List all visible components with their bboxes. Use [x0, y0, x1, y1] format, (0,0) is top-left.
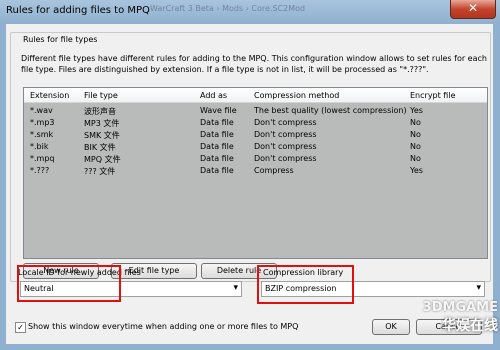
close-icon: ✕	[467, 1, 479, 15]
cell-encrypt: No	[410, 118, 421, 127]
cell-encrypt: No	[410, 154, 421, 163]
dialog-window: Rules for adding files to MPQ WarCraft 3…	[0, 0, 500, 350]
group-description: Different file types have different rule…	[21, 54, 487, 74]
close-button[interactable]: ✕	[450, 0, 496, 19]
column-header-extension[interactable]: Extension	[30, 91, 69, 100]
background-breadcrumb: WarCraft 3 Beta › Mods › Core.SC2Mod	[150, 4, 306, 13]
dialog-client: Rules for file types Different file type…	[6, 24, 493, 344]
cell-encrypt: Yes	[410, 106, 423, 115]
cell-compression: Don't compress	[254, 118, 317, 127]
cell-compression: Don't compress	[254, 142, 317, 151]
cell-compression: Don't compress	[254, 154, 317, 163]
cell-extension: *.bik	[30, 142, 49, 151]
watermark-logo: 3DMGAME 华娱在线	[398, 300, 498, 335]
cell-encrypt: No	[410, 130, 421, 139]
rules-group: Rules for file types Different file type…	[10, 32, 491, 282]
cell-add-as: Wave file	[200, 106, 237, 115]
highlight-box-compression	[257, 265, 354, 304]
cell-file-type: 波形声音	[84, 107, 116, 116]
cell-extension: *.smk	[30, 130, 54, 139]
table-row[interactable]: *.smk SMK 文件 Data file Don't compress No	[24, 129, 487, 141]
watermark-line1: 3DMGAME	[422, 300, 498, 315]
checkmark-icon: ✓	[17, 323, 24, 332]
cell-add-as: Data file	[200, 154, 234, 163]
highlight-box-locale	[17, 265, 121, 302]
dropdown-arrow-icon: ▾	[233, 283, 238, 293]
show-window-label: Show this window everytime when adding o…	[28, 322, 299, 331]
rules-list[interactable]: Extension File type Add as Compression m…	[23, 87, 488, 259]
table-row[interactable]: *.bik BIK 文件 Data file Don't compress No	[24, 141, 487, 153]
list-header: Extension File type Add as Compression m…	[24, 88, 487, 103]
title-bar[interactable]: Rules for adding files to MPQ WarCraft 3…	[0, 0, 500, 24]
watermark-line2: 华娱在线	[442, 318, 498, 334]
table-row[interactable]: *.mpq MPQ 文件 Data file Don't compress No	[24, 153, 487, 165]
cell-file-type: MPQ 文件	[84, 155, 121, 164]
cell-add-as: Data file	[200, 130, 234, 139]
cell-compression: Compress	[254, 166, 294, 175]
column-header-add-as[interactable]: Add as	[200, 91, 227, 100]
cell-encrypt: No	[410, 142, 421, 151]
show-window-checkbox[interactable]: ✓	[15, 322, 26, 333]
cell-file-type: SMK 文件	[84, 131, 120, 140]
cell-add-as: Data file	[200, 142, 234, 151]
cell-extension: *.???	[30, 166, 50, 175]
cell-compression: Don't compress	[254, 130, 317, 139]
cell-extension: *.wav	[30, 106, 53, 115]
cell-extension: *.mpq	[30, 154, 55, 163]
column-header-file-type[interactable]: File type	[84, 91, 118, 100]
cell-add-as: Data file	[200, 166, 234, 175]
column-header-encrypt[interactable]: Encrypt file	[410, 91, 456, 100]
cell-add-as: Data file	[200, 118, 234, 127]
column-header-compression[interactable]: Compression method	[254, 91, 339, 100]
table-row[interactable]: *.??? ??? 文件 Data file Compress Yes	[24, 165, 487, 177]
group-title: Rules for file types	[21, 35, 100, 44]
table-row[interactable]: *.wav 波形声音 Wave file The best quality (l…	[24, 105, 487, 117]
window-title: Rules for adding files to MPQ	[6, 5, 150, 16]
dropdown-arrow-icon: ▾	[476, 283, 481, 293]
cell-extension: *.mp3	[30, 118, 55, 127]
table-row[interactable]: *.mp3 MP3 文件 Data file Don't compress No	[24, 117, 487, 129]
cell-compression: The best quality (lowest compression)	[254, 106, 407, 115]
cell-file-type: MP3 文件	[84, 119, 120, 128]
cell-encrypt: Yes	[410, 166, 423, 175]
cell-file-type: BIK 文件	[84, 143, 116, 152]
cell-file-type: ??? 文件	[84, 167, 116, 176]
